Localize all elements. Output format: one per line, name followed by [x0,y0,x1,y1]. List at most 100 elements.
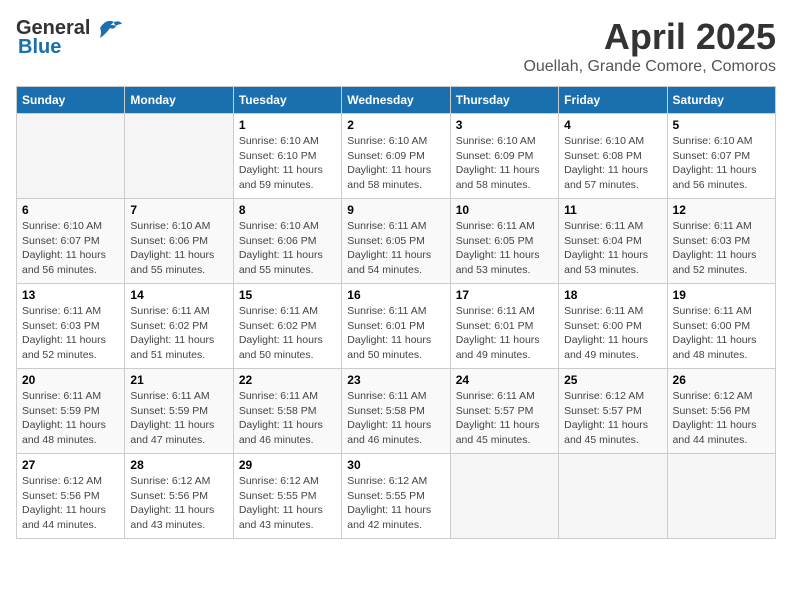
day-info: Sunrise: 6:10 AMSunset: 6:09 PMDaylight:… [347,134,444,193]
calendar-cell: 1Sunrise: 6:10 AMSunset: 6:10 PMDaylight… [233,114,341,199]
day-number: 10 [456,203,553,217]
calendar-cell [17,114,125,199]
day-info: Sunrise: 6:11 AMSunset: 6:01 PMDaylight:… [347,304,444,363]
day-info: Sunrise: 6:11 AMSunset: 6:05 PMDaylight:… [347,219,444,278]
calendar-cell: 28 Sunrise: 6:12 AMSunset: 5:56 PMDayligh… [125,454,233,539]
day-number: 17 [456,288,553,302]
calendar-cell: 22 Sunrise: 6:11 AMSunset: 5:58 PMDayligh… [233,369,341,454]
day-info: Sunrise: 6:11 AMSunset: 5:59 PMDaylight:… [22,389,119,448]
calendar-cell [125,114,233,199]
day-number: 27 [22,458,119,472]
day-number: 18 [564,288,661,302]
calendar-week-row: 6 Sunrise: 6:10 AMSunset: 6:07 PMDaylight… [17,199,776,284]
weekday-header-row: SundayMondayTuesdayWednesdayThursdayFrid… [17,87,776,114]
day-info: Sunrise: 6:10 AMSunset: 6:08 PMDaylight:… [564,134,661,193]
calendar-week-row: 20 Sunrise: 6:11 AMSunset: 5:59 PMDayligh… [17,369,776,454]
day-info: Sunrise: 6:11 AMSunset: 5:58 PMDaylight:… [347,389,444,448]
calendar-cell: 23 Sunrise: 6:11 AMSunset: 5:58 PMDayligh… [342,369,450,454]
day-number: 19 [673,288,770,302]
day-info: Sunrise: 6:11 AMSunset: 5:59 PMDaylight:… [130,389,227,448]
calendar-cell: 2 Sunrise: 6:10 AMSunset: 6:09 PMDaylight… [342,114,450,199]
day-info: Sunrise: 6:11 AMSunset: 6:01 PMDaylight:… [456,304,553,363]
calendar-cell: 15Sunrise: 6:11 AMSunset: 6:02 PMDayligh… [233,284,341,369]
day-number: 15 [239,288,336,302]
day-info: Sunrise: 6:11 AMSunset: 6:00 PMDaylight:… [564,304,661,363]
day-number: 23 [347,373,444,387]
day-number: 6 [22,203,119,217]
calendar-cell: 27 Sunrise: 6:12 AMSunset: 5:56 PMDayligh… [17,454,125,539]
calendar-week-row: 1Sunrise: 6:10 AMSunset: 6:10 PMDaylight… [17,114,776,199]
calendar-cell: 24 Sunrise: 6:11 AMSunset: 5:57 PMDayligh… [450,369,558,454]
day-info: Sunrise: 6:12 AMSunset: 5:56 PMDaylight:… [673,389,770,448]
calendar-week-row: 13 Sunrise: 6:11 AMSunset: 6:03 PMDayligh… [17,284,776,369]
page-header: General Blue April 2025 Ouellah, Grande … [16,16,776,76]
day-number: 13 [22,288,119,302]
calendar-cell: 5 Sunrise: 6:10 AMSunset: 6:07 PMDaylight… [667,114,775,199]
day-info: Sunrise: 6:11 AMSunset: 6:03 PMDaylight:… [22,304,119,363]
calendar-cell: 8 Sunrise: 6:10 AMSunset: 6:06 PMDaylight… [233,199,341,284]
day-number: 2 [347,118,444,132]
calendar-subtitle: Ouellah, Grande Comore, Comoros [523,58,776,76]
calendar-cell: 25Sunrise: 6:12 AMSunset: 5:57 PMDayligh… [559,369,667,454]
calendar-cell: 30 Sunrise: 6:12 AMSunset: 5:55 PMDayligh… [342,454,450,539]
calendar-cell: 26Sunrise: 6:12 AMSunset: 5:56 PMDayligh… [667,369,775,454]
calendar-cell: 3 Sunrise: 6:10 AMSunset: 6:09 PMDaylight… [450,114,558,199]
day-info: Sunrise: 6:12 AMSunset: 5:55 PMDaylight:… [347,474,444,533]
calendar-cell: 12 Sunrise: 6:11 AMSunset: 6:03 PMDayligh… [667,199,775,284]
calendar-cell: 16 Sunrise: 6:11 AMSunset: 6:01 PMDayligh… [342,284,450,369]
weekday-header: Saturday [667,87,775,114]
day-number: 14 [130,288,227,302]
calendar-table: SundayMondayTuesdayWednesdayThursdayFrid… [16,86,776,539]
day-info: Sunrise: 6:11 AMSunset: 5:57 PMDaylight:… [456,389,553,448]
day-info: Sunrise: 6:11 AMSunset: 6:02 PMDaylight:… [130,304,227,363]
calendar-cell: 13 Sunrise: 6:11 AMSunset: 6:03 PMDayligh… [17,284,125,369]
day-number: 22 [239,373,336,387]
day-number: 29 [239,458,336,472]
day-number: 4 [564,118,661,132]
day-number: 24 [456,373,553,387]
day-info: Sunrise: 6:12 AMSunset: 5:56 PMDaylight:… [130,474,227,533]
day-number: 20 [22,373,119,387]
day-number: 30 [347,458,444,472]
day-number: 1 [239,118,336,132]
day-number: 8 [239,203,336,217]
calendar-cell [450,454,558,539]
day-number: 3 [456,118,553,132]
calendar-cell: 21Sunrise: 6:11 AMSunset: 5:59 PMDayligh… [125,369,233,454]
day-info: Sunrise: 6:11 AMSunset: 6:04 PMDaylight:… [564,219,661,278]
day-number: 16 [347,288,444,302]
calendar-cell: 9 Sunrise: 6:11 AMSunset: 6:05 PMDaylight… [342,199,450,284]
calendar-cell: 18 Sunrise: 6:11 AMSunset: 6:00 PMDayligh… [559,284,667,369]
calendar-cell: 20 Sunrise: 6:11 AMSunset: 5:59 PMDayligh… [17,369,125,454]
weekday-header: Friday [559,87,667,114]
day-info: Sunrise: 6:11 AMSunset: 5:58 PMDaylight:… [239,389,336,448]
day-number: 28 [130,458,227,472]
day-info: Sunrise: 6:11 AMSunset: 6:00 PMDaylight:… [673,304,770,363]
day-number: 9 [347,203,444,217]
weekday-header: Thursday [450,87,558,114]
day-info: Sunrise: 6:11 AMSunset: 6:05 PMDaylight:… [456,219,553,278]
weekday-header: Tuesday [233,87,341,114]
day-number: 7 [130,203,227,217]
title-area: April 2025 Ouellah, Grande Comore, Comor… [523,16,776,76]
day-number: 12 [673,203,770,217]
day-info: Sunrise: 6:10 AMSunset: 6:07 PMDaylight:… [673,134,770,193]
day-info: Sunrise: 6:12 AMSunset: 5:57 PMDaylight:… [564,389,661,448]
weekday-header: Monday [125,87,233,114]
calendar-cell: 11 Sunrise: 6:11 AMSunset: 6:04 PMDayligh… [559,199,667,284]
calendar-cell: 10 Sunrise: 6:11 AMSunset: 6:05 PMDayligh… [450,199,558,284]
day-info: Sunrise: 6:12 AMSunset: 5:55 PMDaylight:… [239,474,336,533]
day-info: Sunrise: 6:11 AMSunset: 6:03 PMDaylight:… [673,219,770,278]
calendar-cell: 17 Sunrise: 6:11 AMSunset: 6:01 PMDayligh… [450,284,558,369]
logo: General Blue [16,16,124,59]
calendar-cell: 14 Sunrise: 6:11 AMSunset: 6:02 PMDayligh… [125,284,233,369]
day-info: Sunrise: 6:12 AMSunset: 5:56 PMDaylight:… [22,474,119,533]
day-number: 5 [673,118,770,132]
calendar-cell [559,454,667,539]
day-number: 11 [564,203,661,217]
calendar-cell: 4 Sunrise: 6:10 AMSunset: 6:08 PMDaylight… [559,114,667,199]
day-info: Sunrise: 6:10 AMSunset: 6:07 PMDaylight:… [22,219,119,278]
day-info: Sunrise: 6:10 AMSunset: 6:09 PMDaylight:… [456,134,553,193]
calendar-cell [667,454,775,539]
day-info: Sunrise: 6:10 AMSunset: 6:06 PMDaylight:… [239,219,336,278]
